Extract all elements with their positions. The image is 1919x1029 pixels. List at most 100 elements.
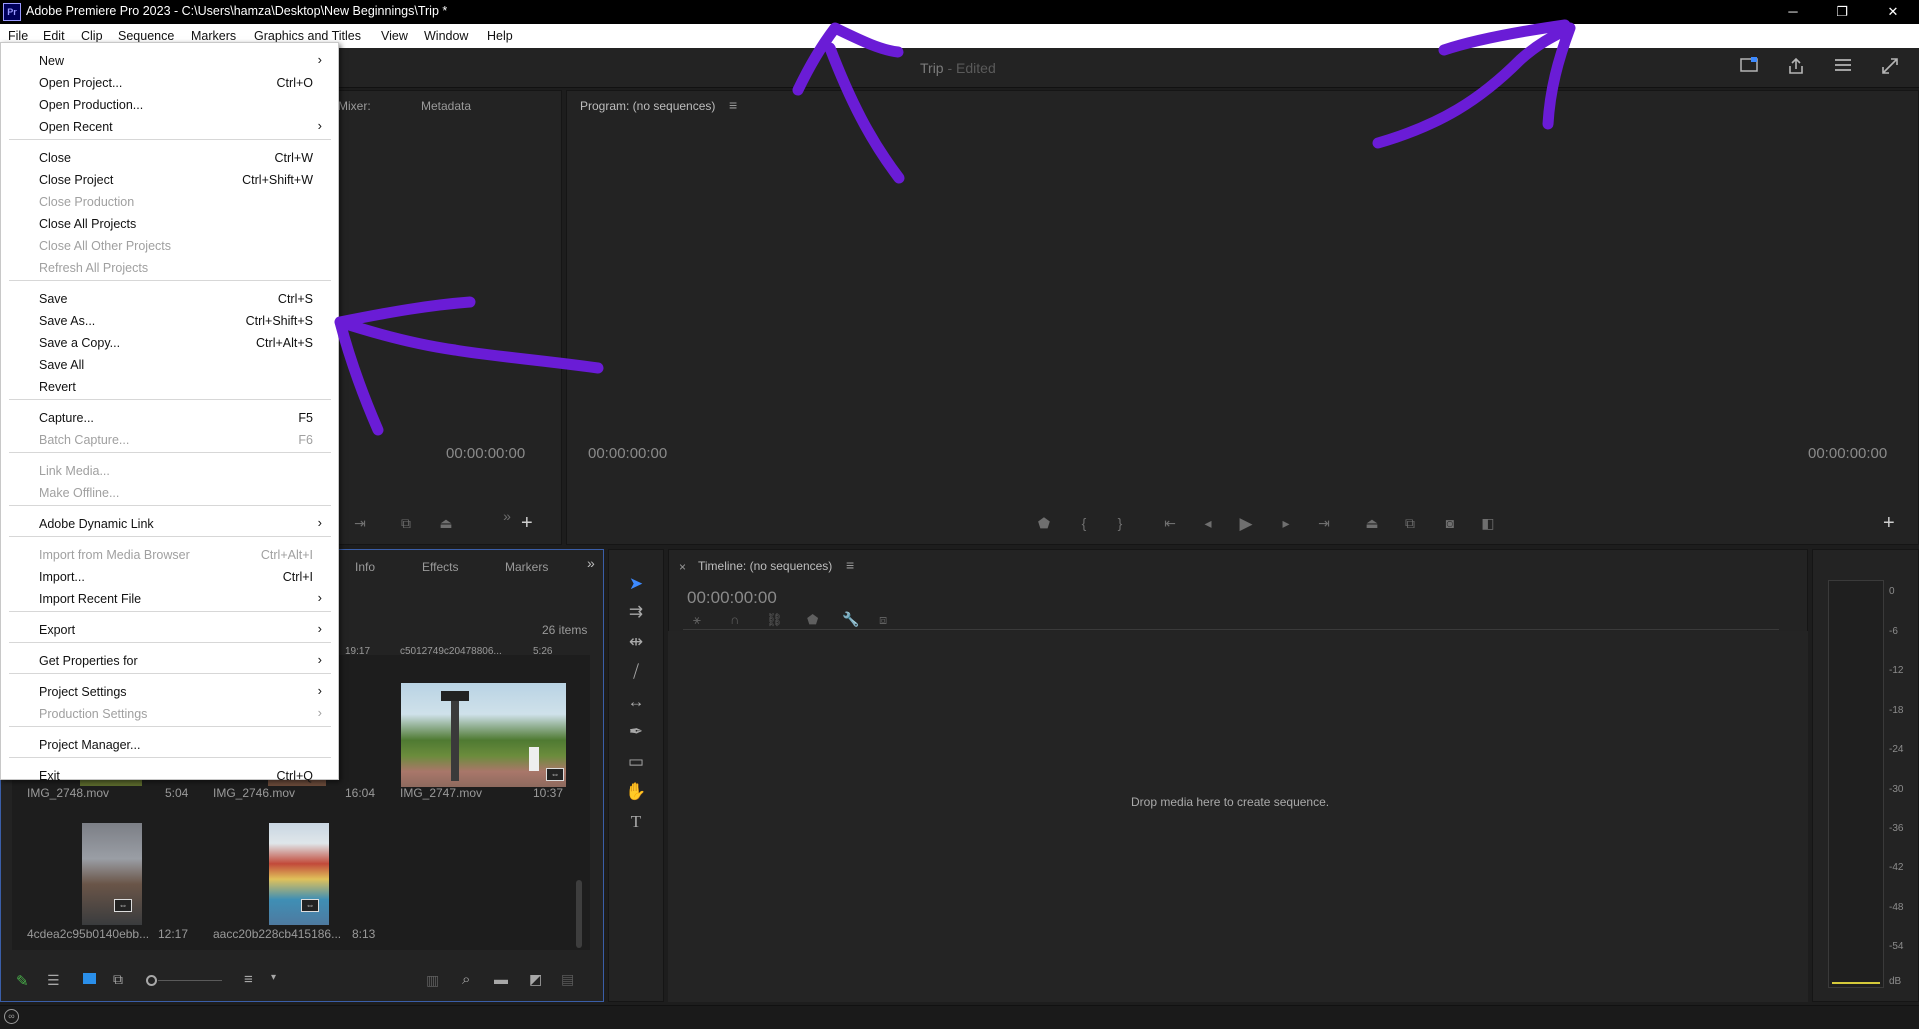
play-icon[interactable]: ▶ [1236, 514, 1256, 534]
new-item-icon[interactable]: ◩ [529, 971, 542, 988]
icon-view-icon[interactable] [83, 973, 96, 984]
menu-item-import[interactable]: Import... Ctrl+I [1, 566, 338, 588]
comparison-view-icon[interactable]: ◧ [1478, 515, 1498, 532]
captions-icon[interactable]: ⧈ [879, 612, 887, 628]
type-tool-icon[interactable]: T [622, 810, 650, 834]
export-frame-icon[interactable]: ◙ [1440, 515, 1460, 531]
more-tabs-icon[interactable]: » [587, 555, 595, 571]
menu-item-adobe-dynamic-link[interactable]: Adobe Dynamic Link › [1, 513, 338, 535]
menu-clip[interactable]: Clip [81, 29, 103, 43]
share-icon[interactable] [1785, 57, 1807, 79]
minimize-button[interactable]: ─ [1770, 0, 1816, 24]
workspaces-icon[interactable] [1832, 57, 1854, 79]
new-bin-icon[interactable]: ▬ [494, 971, 508, 987]
selection-tool-icon[interactable]: ➤ [622, 572, 650, 596]
insert-clip-icon[interactable]: ⧉ [396, 515, 416, 532]
menu-item-open-production[interactable]: Open Production... [1, 94, 338, 116]
add-marker-icon[interactable]: ⬟ [1034, 515, 1054, 532]
mark-in-icon[interactable]: { [1074, 515, 1094, 531]
search-icon[interactable]: ⌕ [462, 971, 470, 988]
zoom-slider[interactable] [158, 980, 222, 981]
menu-item-save-all[interactable]: Save All [1, 354, 338, 376]
go-to-in-icon[interactable]: ⇤ [1160, 515, 1180, 532]
wrench-icon[interactable]: 🔧 [842, 611, 859, 628]
menu-item-close-project[interactable]: Close Project Ctrl+Shift+W [1, 169, 338, 191]
automate-to-sequence-icon[interactable]: ▥ [426, 972, 439, 989]
menu-item-save-as[interactable]: Save As... Ctrl+Shift+S [1, 310, 338, 332]
lift-icon[interactable]: ⏏ [436, 515, 456, 532]
menu-sequence[interactable]: Sequence [118, 29, 174, 43]
video-thumbnail[interactable]: ⇔ [269, 823, 329, 925]
close-window-button[interactable]: ✕ [1870, 0, 1916, 24]
menu-item-project-settings[interactable]: Project Settings › [1, 681, 338, 703]
chevron-down-icon[interactable]: ▾ [271, 972, 276, 983]
video-thumbnail[interactable]: ⇔ [401, 683, 566, 787]
pencil-icon[interactable]: ✎ [16, 972, 29, 990]
list-view-icon[interactable]: ☰ [47, 972, 60, 989]
timeline-drop-area[interactable] [668, 631, 1808, 1002]
nest-icon[interactable]: ⚹ [693, 612, 701, 628]
menu-item-open-project[interactable]: Open Project... Ctrl+O [1, 72, 338, 94]
step-back-icon[interactable]: ◂ [1198, 515, 1218, 532]
add-button-icon[interactable]: + [521, 512, 533, 535]
overwrite-icon[interactable]: ⇥ [350, 515, 370, 532]
ripple-edit-tool-icon[interactable]: ⇹ [622, 630, 650, 654]
extract-icon[interactable]: ⧉ [1400, 515, 1420, 532]
pen-tool-icon[interactable]: ✒ [622, 720, 650, 744]
tab-metadata[interactable]: Metadata [421, 99, 471, 113]
track-select-tool-icon[interactable]: ⇉ [622, 600, 650, 624]
menu-item-capture[interactable]: Capture... F5 [1, 407, 338, 429]
quick-export-icon[interactable] [1738, 57, 1760, 79]
step-forward-icon[interactable]: ▸ [1276, 515, 1296, 532]
menu-item-revert[interactable]: Revert [1, 376, 338, 398]
more-controls-icon[interactable]: » [497, 508, 517, 524]
linked-selection-icon[interactable]: ⛓ [766, 612, 783, 628]
hand-tool-icon[interactable]: ✋ [622, 780, 650, 804]
tab-audio-mixer[interactable]: Mixer: [338, 99, 371, 113]
menu-item-export[interactable]: Export › [1, 619, 338, 641]
timeline-title[interactable]: Timeline: (no sequences) [698, 559, 832, 573]
scrollbar[interactable] [576, 880, 582, 948]
go-to-out-icon[interactable]: ⇥ [1314, 515, 1334, 532]
menu-markers[interactable]: Markers [191, 29, 236, 43]
slip-tool-icon[interactable]: ↔ [622, 690, 650, 714]
menu-item-save[interactable]: Save Ctrl+S [1, 288, 338, 310]
menu-item-close-all-projects[interactable]: Close All Projects [1, 213, 338, 235]
mark-out-icon[interactable]: } [1110, 515, 1130, 531]
tab-effects[interactable]: Effects [422, 560, 458, 574]
tab-markers[interactable]: Markers [505, 560, 548, 574]
restore-button[interactable]: ❐ [1819, 0, 1865, 24]
menu-help[interactable]: Help [487, 29, 513, 43]
menu-view[interactable]: View [381, 29, 408, 43]
menu-file[interactable]: File [8, 29, 28, 43]
rectangle-tool-icon[interactable]: ▭ [622, 750, 650, 774]
close-tab-icon[interactable]: × [679, 560, 686, 574]
lift-icon[interactable]: ⏏ [1362, 515, 1382, 532]
menu-item-open-recent[interactable]: Open Recent › [1, 116, 338, 138]
tab-info[interactable]: Info [355, 560, 375, 574]
menu-item-import-recent-file[interactable]: Import Recent File › [1, 588, 338, 610]
video-thumbnail[interactable]: ⇔ [82, 823, 142, 925]
add-marker-icon[interactable]: ⬟ [807, 612, 818, 628]
sort-icon[interactable]: ≡ [244, 971, 253, 988]
menu-window[interactable]: Window [424, 29, 468, 43]
menu-item-close[interactable]: Close Ctrl+W [1, 147, 338, 169]
creative-cloud-icon[interactable]: ∞ [4, 1009, 19, 1024]
razor-tool-icon[interactable]: ⧸ [622, 660, 650, 684]
menu-graphics-and-titles[interactable]: Graphics and Titles [254, 29, 361, 43]
menu-item-project-manager[interactable]: Project Manager... [1, 734, 338, 756]
freeform-view-icon[interactable]: ⧉ [113, 971, 123, 988]
menu-item-save-a-copy[interactable]: Save a Copy... Ctrl+Alt+S [1, 332, 338, 354]
fullscreen-icon[interactable] [1879, 57, 1901, 79]
zoom-slider-handle[interactable] [146, 975, 157, 986]
snap-icon[interactable]: ∩ [730, 612, 739, 627]
panel-menu-icon[interactable]: ≡ [729, 97, 737, 113]
trash-icon[interactable]: ▤ [561, 971, 574, 988]
menu-item-exit[interactable]: Exit Ctrl+Q [1, 765, 338, 787]
program-monitor-title[interactable]: Program: (no sequences) [580, 99, 715, 113]
add-button-icon[interactable]: + [1883, 512, 1895, 535]
menu-item-get-properties-for[interactable]: Get Properties for › [1, 650, 338, 672]
panel-menu-icon[interactable]: ≡ [846, 557, 854, 573]
menu-item-new[interactable]: New › [1, 50, 338, 72]
menu-edit[interactable]: Edit [43, 29, 65, 43]
